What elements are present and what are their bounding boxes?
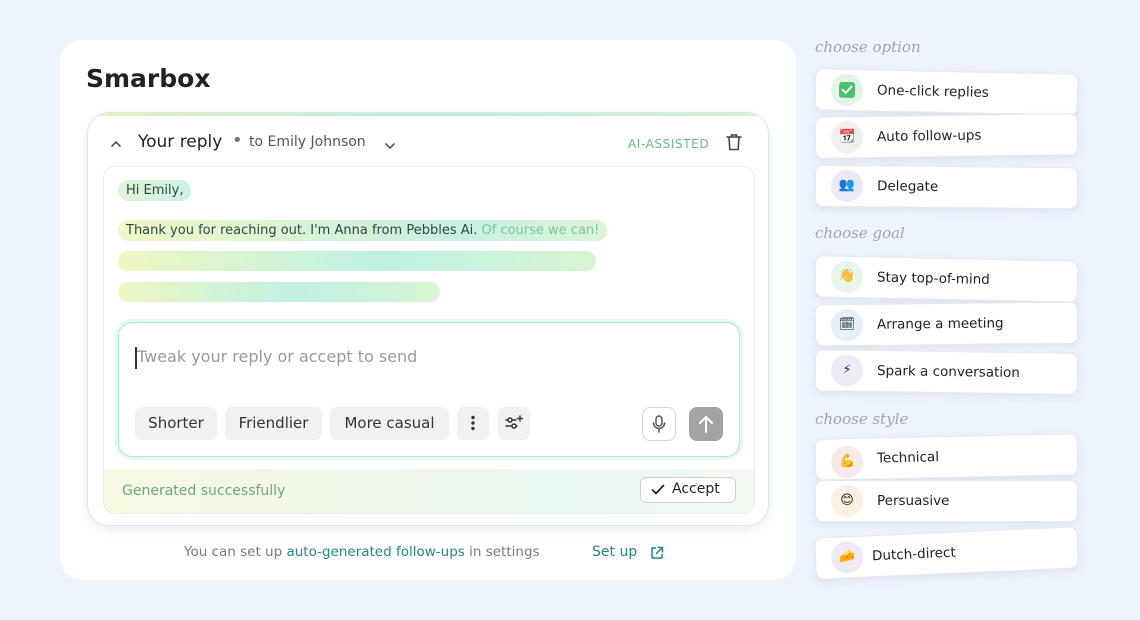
- option-one-click-replies[interactable]: One-click replies: [814, 68, 1079, 116]
- checkmark-icon: [830, 73, 864, 107]
- choose-goal-label: choose goal: [815, 224, 905, 242]
- accept-label: Accept: [672, 481, 720, 497]
- option-label: Delegate: [876, 178, 939, 195]
- style-persuasive[interactable]: 😊 Persuasive: [815, 480, 1078, 522]
- status-bar: Generated successfully Accept: [104, 469, 754, 513]
- calendar-icon: 🗓: [830, 308, 864, 342]
- option-label: One-click replies: [876, 82, 989, 101]
- draft-line: Thank you for reaching out. I'm Anna fro…: [118, 220, 608, 241]
- ai-assisted-badge: AI-ASSISTED: [628, 137, 710, 151]
- style-label: Technical: [876, 449, 940, 467]
- more-casual-chip[interactable]: More casual: [330, 407, 449, 440]
- tweak-input[interactable]: [137, 343, 637, 369]
- draft-line-streaming: Of course we can!: [481, 223, 600, 238]
- option-auto-follow-ups[interactable]: 📆 Auto follow-ups: [814, 113, 1079, 159]
- generating-placeholder-bar: [118, 251, 596, 271]
- accept-button[interactable]: Accept: [640, 477, 736, 503]
- reply-panel: Your reply • to Emily Johnson AI-ASSISTE…: [87, 112, 769, 526]
- set-up-link[interactable]: Set up: [592, 544, 637, 560]
- send-button[interactable]: [689, 407, 723, 441]
- reply-title: Your reply: [138, 132, 223, 152]
- chevron-down-icon[interactable]: [384, 137, 396, 156]
- style-label: Persuasive: [877, 493, 950, 509]
- goal-label: Spark a conversation: [876, 363, 1020, 382]
- app-title: Smarbox: [86, 64, 211, 93]
- friendlier-chip[interactable]: Friendlier: [225, 407, 322, 440]
- external-link-icon[interactable]: [650, 545, 664, 564]
- greeting-line: Hi Emily,: [118, 180, 192, 201]
- cheese-icon: 🧀: [830, 540, 864, 575]
- footer-note: You can set up auto-generated follow-ups…: [184, 544, 540, 560]
- microphone-button[interactable]: [642, 407, 676, 441]
- footer-prefix: You can set up: [184, 544, 283, 560]
- goal-label: Stay top-of-mind: [876, 269, 991, 288]
- style-label: Dutch-direct: [871, 544, 957, 565]
- smile-icon: 😊: [831, 485, 863, 517]
- recipient-selector[interactable]: to Emily Johnson: [249, 134, 366, 150]
- tweak-composer: Shorter Friendlier More casual: [118, 322, 740, 457]
- follow-ups-link[interactable]: auto-generated follow-ups: [286, 544, 464, 560]
- generating-placeholder-bar: [118, 282, 440, 302]
- collapse-chevron-icon[interactable]: [110, 135, 122, 154]
- calendar-icon: 📆: [830, 121, 864, 154]
- muscle-icon: 💪: [830, 445, 864, 479]
- goal-stay-top-of-mind[interactable]: 👋 Stay top-of-mind: [814, 255, 1079, 303]
- option-delegate[interactable]: 👥 Delegate: [814, 164, 1079, 210]
- people-icon: 👥: [830, 169, 864, 203]
- style-technical[interactable]: 💪 Technical: [814, 433, 1079, 481]
- microphone-icon: [652, 415, 666, 433]
- footer-suffix: in settings: [469, 544, 540, 560]
- wave-icon: 👋: [830, 260, 864, 294]
- separator-dot: •: [232, 130, 243, 151]
- sliders-sparkle-icon: [505, 415, 523, 429]
- smarbox-card: Smarbox Your reply • to Emily Johnson AI…: [60, 40, 796, 580]
- arrow-up-icon: [699, 416, 713, 433]
- adjust-button[interactable]: [498, 407, 530, 440]
- panel-gradient-line: [88, 113, 768, 116]
- style-dutch-direct[interactable]: 🧀 Dutch-direct: [814, 526, 1079, 580]
- more-vertical-icon: [471, 415, 475, 431]
- goal-arrange-meeting[interactable]: 🗓 Arrange a meeting: [814, 301, 1079, 347]
- option-label: Auto follow-ups: [876, 127, 982, 145]
- checkmark-icon: [651, 484, 665, 495]
- draft-line-text: Thank you for reaching out. I'm Anna fro…: [126, 223, 478, 238]
- goal-spark-conversation[interactable]: ⚡ Spark a conversation: [814, 349, 1079, 395]
- shorter-chip[interactable]: Shorter: [135, 407, 217, 440]
- lightning-icon: ⚡: [830, 354, 864, 387]
- choose-option-label: choose option: [815, 38, 921, 56]
- status-text: Generated successfully: [122, 483, 286, 499]
- goal-label: Arrange a meeting: [876, 315, 1004, 333]
- message-draft: Hi Emily, Thank you for reaching out. I'…: [103, 166, 755, 514]
- trash-icon[interactable]: [726, 133, 742, 155]
- more-options-button[interactable]: [457, 407, 489, 440]
- choose-style-label: choose style: [815, 410, 909, 428]
